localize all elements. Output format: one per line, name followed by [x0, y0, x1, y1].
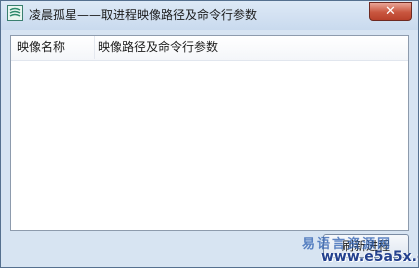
list-header: 映像名称 映像路径及命令行参数 — [11, 36, 408, 61]
close-button[interactable]: ✕ — [369, 2, 412, 21]
column-header-image-path[interactable]: 映像路径及命令行参数 — [97, 36, 397, 59]
main-window: 凌晨孤星——取进程映像路径及命令行参数 ✕ 映像名称 映像路径及命令行参数 刷新… — [0, 0, 419, 268]
close-icon: ✕ — [385, 4, 396, 19]
column-header-image-name[interactable]: 映像名称 — [17, 36, 95, 59]
app-logo-icon — [7, 5, 23, 21]
window-title: 凌晨孤星——取进程映像路径及命令行参数 — [29, 8, 258, 22]
process-list[interactable]: 映像名称 映像路径及命令行参数 — [10, 35, 409, 231]
refresh-process-button[interactable]: 刷新进程 — [323, 234, 409, 258]
title-bar[interactable]: 凌晨孤星——取进程映像路径及命令行参数 ✕ — [1, 1, 418, 30]
